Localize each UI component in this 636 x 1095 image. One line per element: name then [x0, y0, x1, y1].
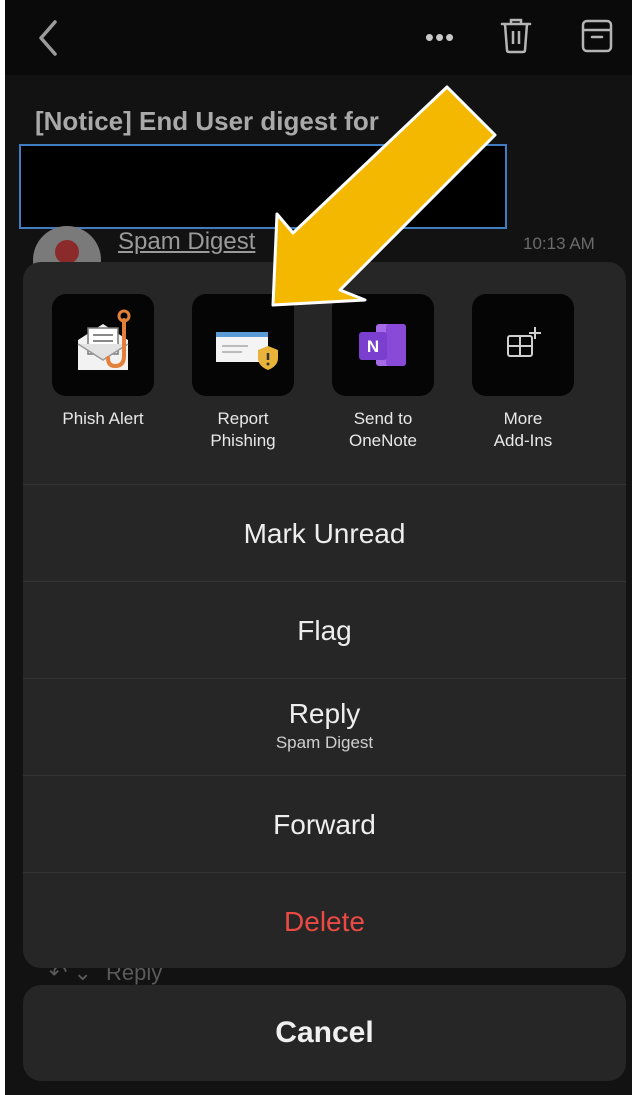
- delete-button[interactable]: Delete: [23, 872, 626, 968]
- addin-more-add-ins[interactable]: More Add-Ins: [458, 294, 588, 452]
- reply-button[interactable]: Reply Spam Digest: [23, 678, 626, 775]
- add-ins-row: Phish Alert Report Phishing N Send to On…: [23, 262, 626, 484]
- trash-icon: [500, 18, 532, 54]
- mark-unread-button[interactable]: Mark Unread: [23, 484, 626, 581]
- addin-label: Send to OneNote: [348, 409, 418, 450]
- cancel-button[interactable]: Cancel: [23, 985, 626, 1081]
- chevron-left-icon: [39, 20, 57, 56]
- addin-phish-alert[interactable]: Phish Alert: [38, 294, 168, 430]
- addin-label: Report Phishing: [210, 409, 276, 450]
- trash-button[interactable]: [499, 16, 533, 56]
- addin-label: More Add-Ins: [493, 409, 553, 450]
- reply-label: Reply: [288, 698, 361, 729]
- flag-label: Flag: [297, 615, 352, 646]
- reply-recipient: Spam Digest: [275, 733, 374, 752]
- email-subject: [Notice] End User digest for: [35, 106, 379, 136]
- archive-button[interactable]: [579, 16, 615, 56]
- email-timestamp: 10:13 AM: [523, 234, 595, 253]
- forward-button[interactable]: Forward: [23, 775, 626, 872]
- delete-label: Delete: [284, 906, 365, 937]
- onenote-icon: N: [332, 294, 434, 396]
- back-button[interactable]: [33, 18, 63, 58]
- forward-label: Forward: [273, 809, 376, 840]
- phish-alert-hook-envelope-icon: [52, 294, 154, 396]
- addin-label: Phish Alert: [62, 409, 144, 428]
- more-button[interactable]: •••: [415, 22, 465, 52]
- highlight-box: [19, 144, 507, 229]
- report-phishing-envelope-shield-icon: [192, 294, 294, 396]
- top-toolbar: •••: [5, 0, 632, 75]
- flag-button[interactable]: Flag: [23, 581, 626, 678]
- mail-app-screen: ••• [Notice] End User digest for Spam Di…: [5, 0, 632, 1095]
- sender-name[interactable]: Spam Digest: [118, 228, 255, 256]
- archive-icon: [581, 19, 613, 53]
- action-sheet: Phish Alert Report Phishing N Send to On…: [23, 262, 626, 968]
- add-ins-grid-plus-icon: [472, 294, 574, 396]
- addin-report-phishing[interactable]: Report Phishing: [178, 294, 308, 452]
- svg-text:N: N: [367, 337, 379, 356]
- addin-send-to-onenote[interactable]: N Send to OneNote: [318, 294, 448, 452]
- mark-unread-label: Mark Unread: [243, 518, 406, 549]
